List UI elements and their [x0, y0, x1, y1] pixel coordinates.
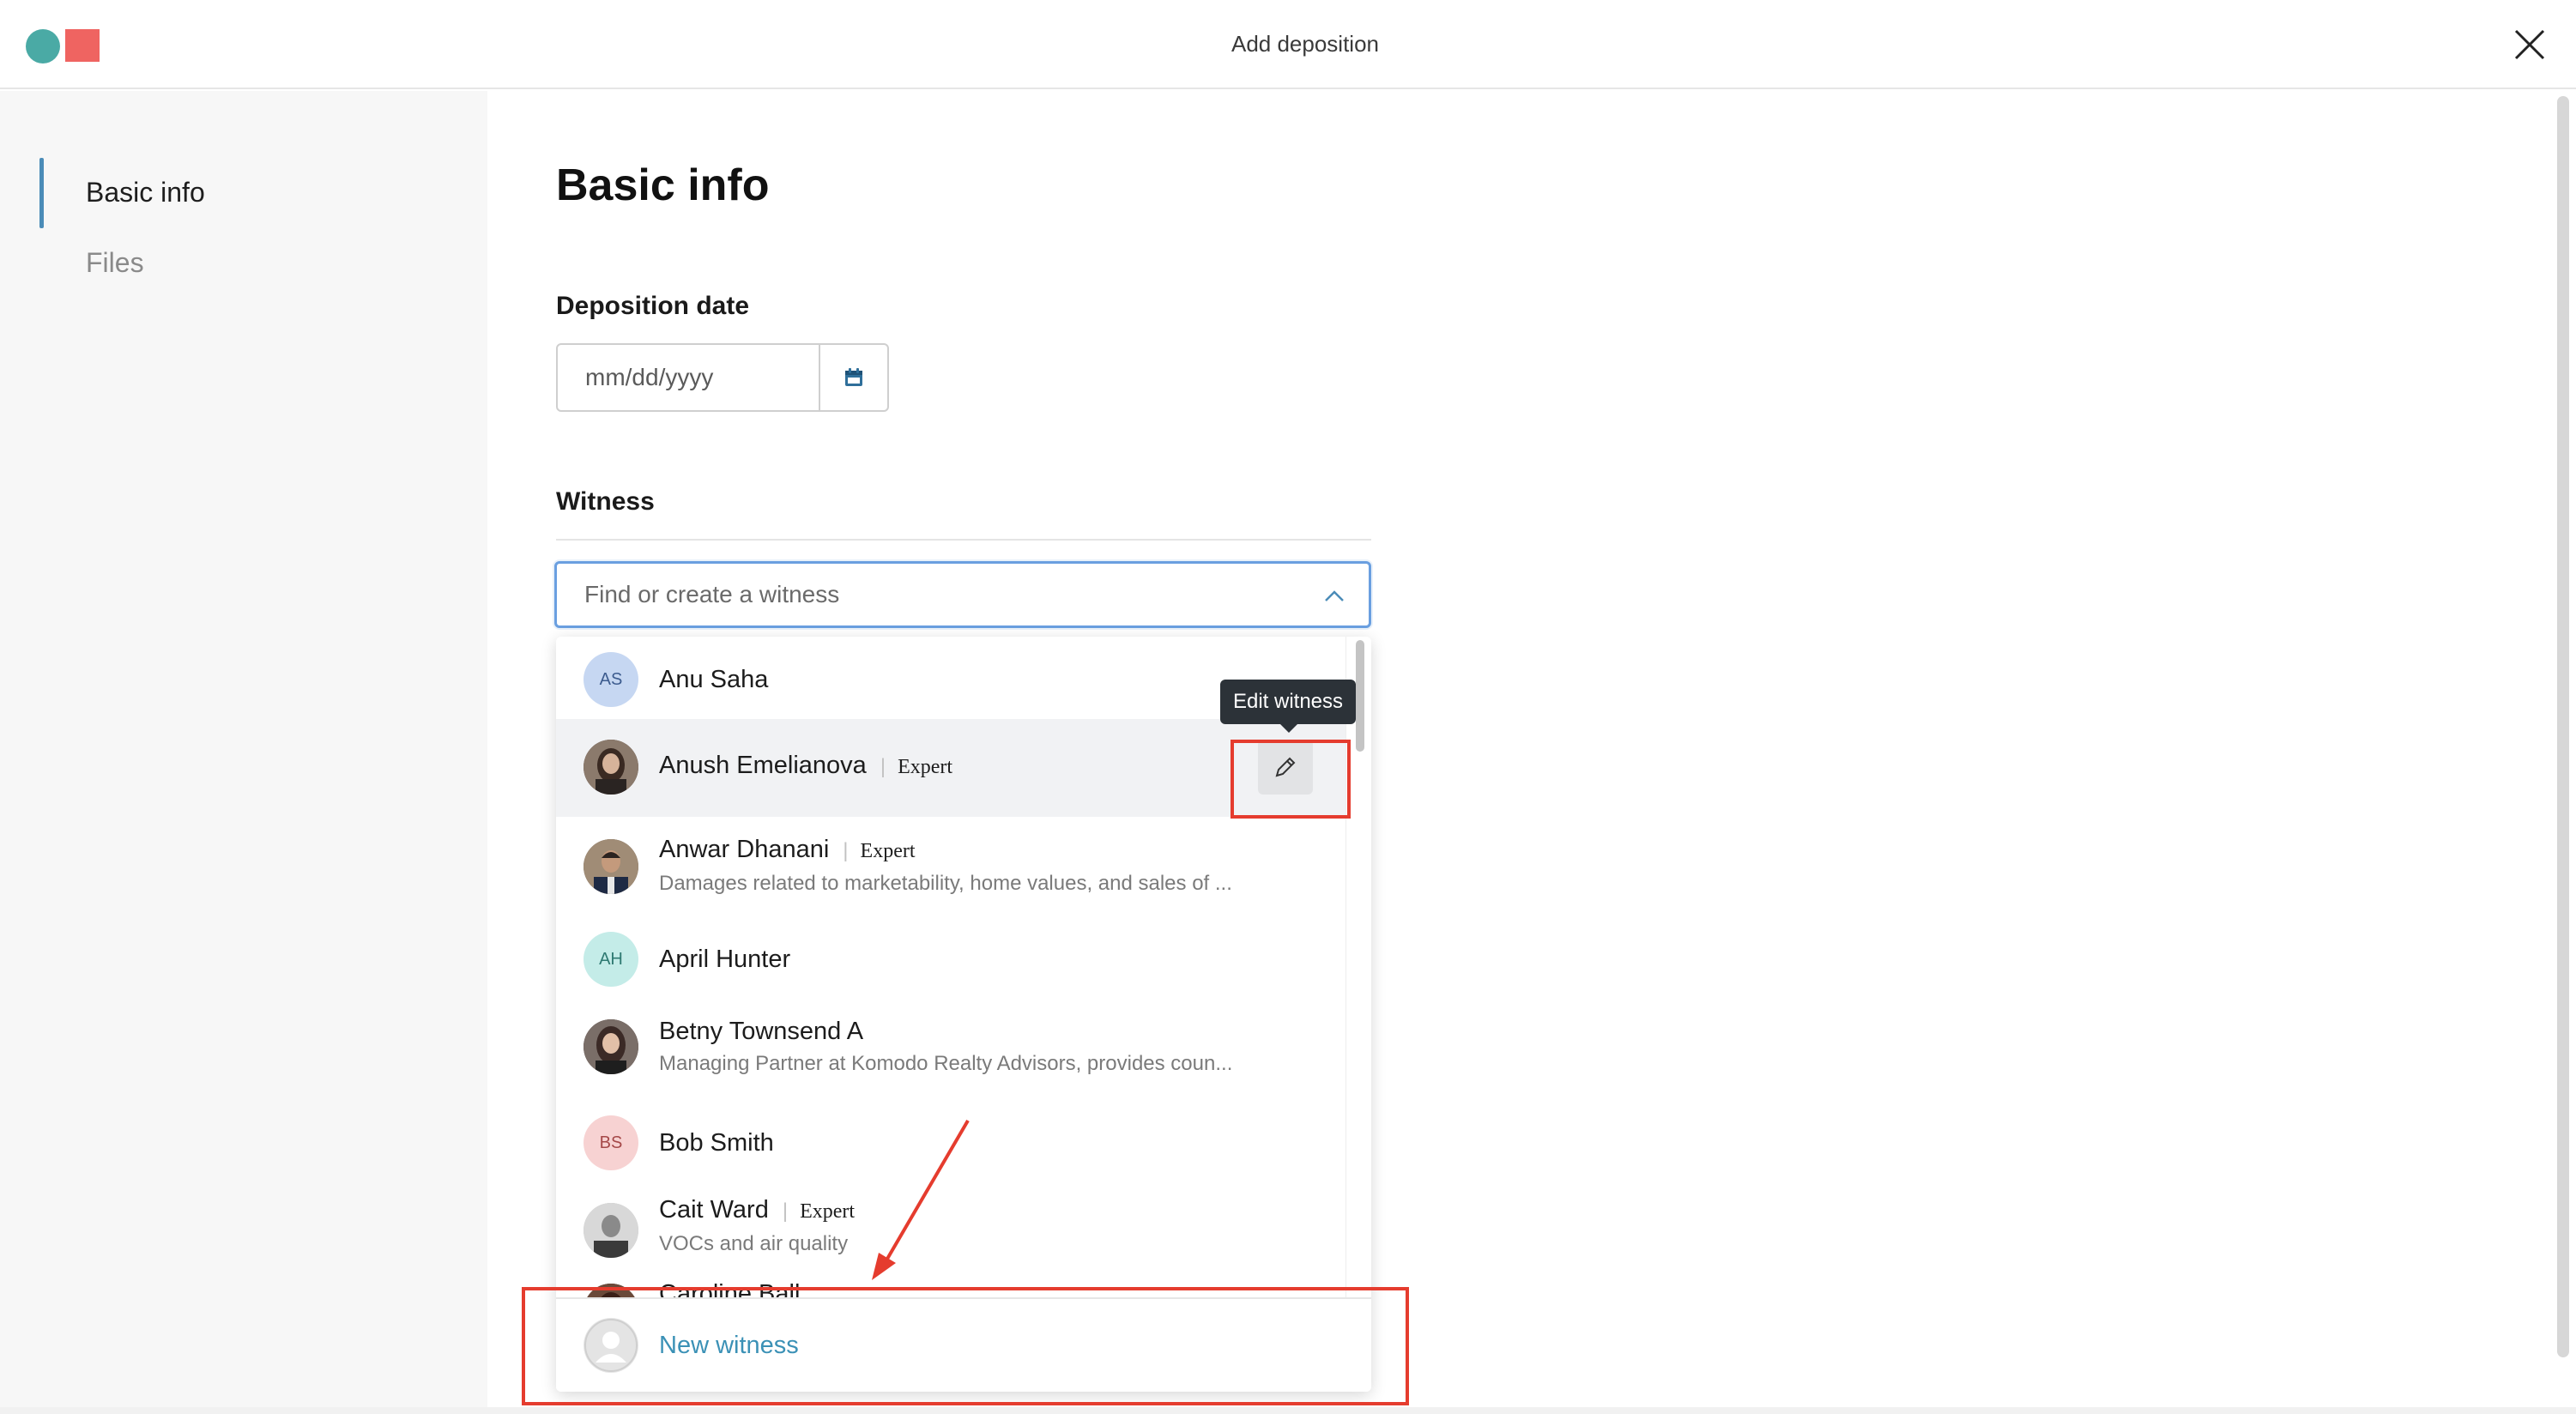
- page-scrollbar[interactable]: [2557, 96, 2569, 1357]
- nav-item-files[interactable]: Files: [86, 247, 144, 279]
- left-nav: Basic info Files: [0, 91, 487, 1414]
- divider: [556, 539, 1371, 541]
- witness-name: Bob Smith: [659, 1129, 774, 1157]
- separator: |: [782, 1199, 789, 1223]
- calendar-icon: [845, 368, 862, 386]
- witness-description: VOCs and air quality: [659, 1232, 849, 1255]
- list-item[interactable]: Anush Emelianova | Expert: [556, 719, 1345, 817]
- edit-witness-tooltip: Edit witness: [1220, 680, 1356, 724]
- annotation-box-edit: [1231, 740, 1351, 819]
- separator: |: [880, 755, 886, 778]
- avatar: [584, 1019, 638, 1074]
- date-input[interactable]: [558, 345, 819, 410]
- top-bar: Add deposition: [0, 0, 2576, 89]
- witness-description: Damages related to marketability, home v…: [659, 872, 1232, 895]
- tooltip-arrow: [1279, 722, 1299, 733]
- witness-list: AS Anu Saha Anush Emelianova | Expert Anwa…: [556, 637, 1345, 1297]
- witness-search-input[interactable]: [557, 564, 1295, 625]
- list-item[interactable]: AH April Hunter: [556, 918, 1345, 1000]
- witness-label: Witness: [556, 487, 655, 516]
- avatar: AS: [584, 652, 638, 707]
- witness-tag: Expert: [898, 756, 953, 778]
- list-item[interactable]: Cait Ward | Expert VOCs and air quality: [556, 1184, 1345, 1280]
- list-item[interactable]: BS Bob Smith: [556, 1102, 1345, 1184]
- chevron-up-icon[interactable]: [1321, 583, 1348, 610]
- witness-name-line: Anush Emelianova | Expert: [659, 752, 952, 780]
- dropdown-scrollbar-thumb[interactable]: [1356, 640, 1364, 752]
- witness-description: Managing Partner at Komodo Realty Adviso…: [659, 1052, 1233, 1075]
- witness-name: Anush Emelianova: [659, 752, 867, 779]
- avatar: AH: [584, 932, 638, 987]
- list-item[interactable]: Betny Townsend A Managing Partner at Kom…: [556, 1000, 1345, 1102]
- nav-item-basic-info[interactable]: Basic info: [86, 177, 205, 208]
- witness-name: Anu Saha: [659, 666, 769, 693]
- avatar: [584, 740, 638, 795]
- witness-name: Betny Townsend A: [659, 1018, 864, 1045]
- page-title: Basic info: [556, 160, 770, 210]
- avatar: BS: [584, 1115, 638, 1170]
- witness-name-line: Cait Ward | Expert: [659, 1196, 855, 1224]
- active-indicator: [39, 158, 44, 228]
- witness-name-line: Anwar Dhanani | Expert: [659, 836, 916, 864]
- date-field: [556, 343, 889, 412]
- witness-tag: Expert: [800, 1200, 856, 1223]
- bottom-edge: [0, 1407, 2576, 1414]
- list-item[interactable]: Anwar Dhanani | Expert Damages related to …: [556, 817, 1345, 918]
- witness-tag: Expert: [860, 840, 916, 862]
- avatar: [584, 1203, 638, 1258]
- witness-name: Anwar Dhanani: [659, 836, 830, 863]
- avatar: [584, 839, 638, 894]
- annotation-box-new-witness: [522, 1287, 1409, 1405]
- witness-name: April Hunter: [659, 946, 791, 973]
- witness-combobox: [554, 561, 1371, 628]
- calendar-button[interactable]: [819, 345, 887, 410]
- close-icon[interactable]: [2513, 27, 2547, 62]
- separator: |: [843, 839, 849, 862]
- deposition-date-label: Deposition date: [556, 292, 750, 320]
- witness-name: Cait Ward: [659, 1196, 769, 1224]
- window-title: Add deposition: [1231, 31, 1380, 57]
